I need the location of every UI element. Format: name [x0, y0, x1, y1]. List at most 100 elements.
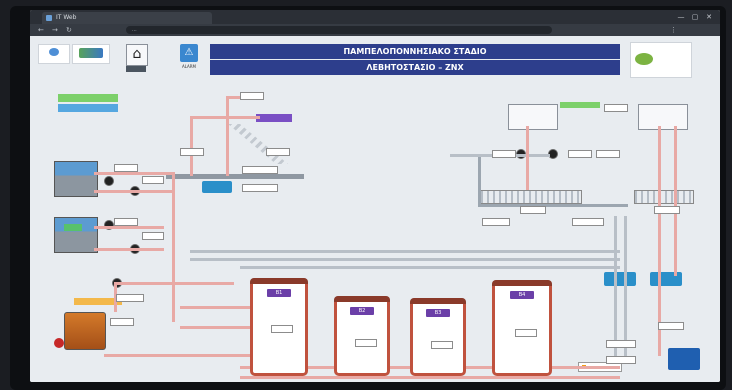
distribution-manifold-2 [634, 190, 694, 204]
page-subtitle: ΛΕΒΗΤΟΣΤΑΣΙΟ – ΖΝΧ [210, 60, 620, 75]
home-label-bar [126, 66, 146, 72]
pipe-hot [674, 126, 677, 276]
tank-label: B3 [426, 309, 450, 317]
pipe-cold [614, 216, 617, 356]
close-button[interactable]: ✕ [704, 12, 714, 22]
pipe-hot [104, 354, 264, 357]
burner-icon [54, 338, 64, 348]
pipe-hot [94, 190, 174, 193]
tank-cap [334, 296, 390, 302]
company-logo [630, 42, 692, 78]
temp-readout [658, 322, 684, 330]
temp-readout [606, 340, 636, 348]
pump-1-icon[interactable] [104, 176, 114, 186]
mode-indicator [58, 104, 118, 112]
temp-readout [114, 218, 138, 226]
browser-tab[interactable]: IT Web [42, 12, 212, 24]
flow-readout [604, 104, 628, 112]
flow-readout [568, 150, 592, 158]
temp-readout [572, 218, 604, 226]
temp-readout [266, 148, 290, 156]
temp-readout [242, 184, 278, 192]
temp-readout [116, 294, 144, 302]
control-panel-1[interactable] [202, 181, 232, 193]
tank-cap [410, 298, 466, 304]
pipe-cold [240, 266, 620, 269]
flow-readout [596, 150, 620, 158]
tank-temp [271, 325, 293, 333]
unit-status-bar [560, 102, 600, 108]
tab-bar: IT Web — ▢ ✕ [30, 10, 720, 24]
minimize-button[interactable]: — [676, 12, 686, 22]
pipe-hot [526, 126, 529, 190]
pipe-cold [190, 250, 620, 253]
tank-b3[interactable]: B3 [410, 298, 466, 376]
alarm-button[interactable]: ⚠ [180, 44, 198, 62]
boiler [64, 312, 106, 350]
temp-readout [606, 356, 636, 364]
temp-readout [142, 232, 164, 240]
unit-status-green [64, 224, 82, 231]
page-title: ΠΑΜΠΕΛΟΠΟΝΝΗΣΙΑΚΟ ΣΤΑΔΙΟ [210, 44, 620, 59]
tab-title: IT Web [56, 14, 77, 21]
pipe-hot [94, 172, 174, 175]
pipe-hot [172, 172, 175, 322]
url-field[interactable]: ... [126, 26, 552, 34]
pipe-hot [94, 248, 164, 251]
maximize-button[interactable]: ▢ [690, 12, 700, 22]
temp-readout [482, 218, 510, 226]
tank-b1[interactable]: B1 [250, 278, 308, 376]
site-icon [46, 15, 52, 21]
control-panel-2[interactable] [604, 272, 636, 286]
status-indicator [58, 94, 118, 102]
solar-collector [228, 124, 288, 164]
section-label [256, 114, 292, 122]
tank-temp [355, 339, 377, 347]
alarm-icon: ⚠ [184, 47, 194, 58]
tank-b2[interactable]: B2 [334, 296, 390, 376]
tank-cap [492, 280, 552, 286]
heat-exchanger-2 [54, 217, 98, 253]
home-icon: ⌂ [132, 46, 142, 62]
menu-icon[interactable]: ⋮ [670, 25, 677, 35]
reload-icon[interactable]: ↻ [66, 25, 72, 35]
temp-readout [654, 206, 680, 214]
control-panel-4[interactable] [668, 348, 700, 370]
pipe-hot [114, 282, 234, 285]
tank-label: B1 [267, 289, 291, 297]
tank-b4[interactable]: B4 [492, 280, 552, 376]
back-icon[interactable]: ← [38, 25, 44, 35]
alarm-label: ALARM [181, 64, 197, 69]
flow-readout [492, 150, 516, 158]
pipe-cold [478, 204, 628, 207]
pipe-hot [190, 116, 260, 119]
tank-cap [250, 278, 308, 284]
temp-readout [180, 148, 204, 156]
pipe-hot [226, 96, 229, 176]
manifold-bar [166, 174, 304, 179]
pipe-hot [180, 326, 250, 329]
address-bar: ← → ↻ ... ⋮ [30, 24, 720, 36]
home-button[interactable]: ⌂ [126, 44, 148, 66]
temp-readout [242, 166, 278, 174]
tank-label: B4 [510, 291, 534, 299]
control-panel-3[interactable] [650, 272, 682, 286]
distribution-manifold-1 [480, 190, 582, 204]
pipe-hot [94, 226, 164, 229]
temp-readout [142, 176, 164, 184]
temp-readout [240, 92, 264, 100]
tank-label: B2 [350, 307, 374, 315]
tank-temp [431, 341, 453, 349]
browser-window: IT Web — ▢ ✕ ← → ↻ ... ⋮ ⌂ ⚠ ALARM ΠΑΜΠΕ… [30, 10, 720, 382]
heat-exchanger-1 [54, 161, 98, 197]
pipe-hot [240, 376, 620, 379]
pipe-hot [190, 116, 193, 176]
temp-readout [520, 206, 546, 214]
temp-readout [114, 164, 138, 172]
partner-logo [72, 44, 110, 64]
scada-screen: ⌂ ⚠ ALARM ΠΑΜΠΕΛΟΠΟΝΝΗΣΙΑΚΟ ΣΤΑΔΙΟ ΛΕΒΗΤ… [30, 36, 720, 382]
unit-box-2[interactable] [638, 104, 688, 130]
unit-box-1[interactable] [508, 104, 558, 130]
pipe-cold [478, 156, 481, 206]
forward-icon[interactable]: → [52, 25, 58, 35]
